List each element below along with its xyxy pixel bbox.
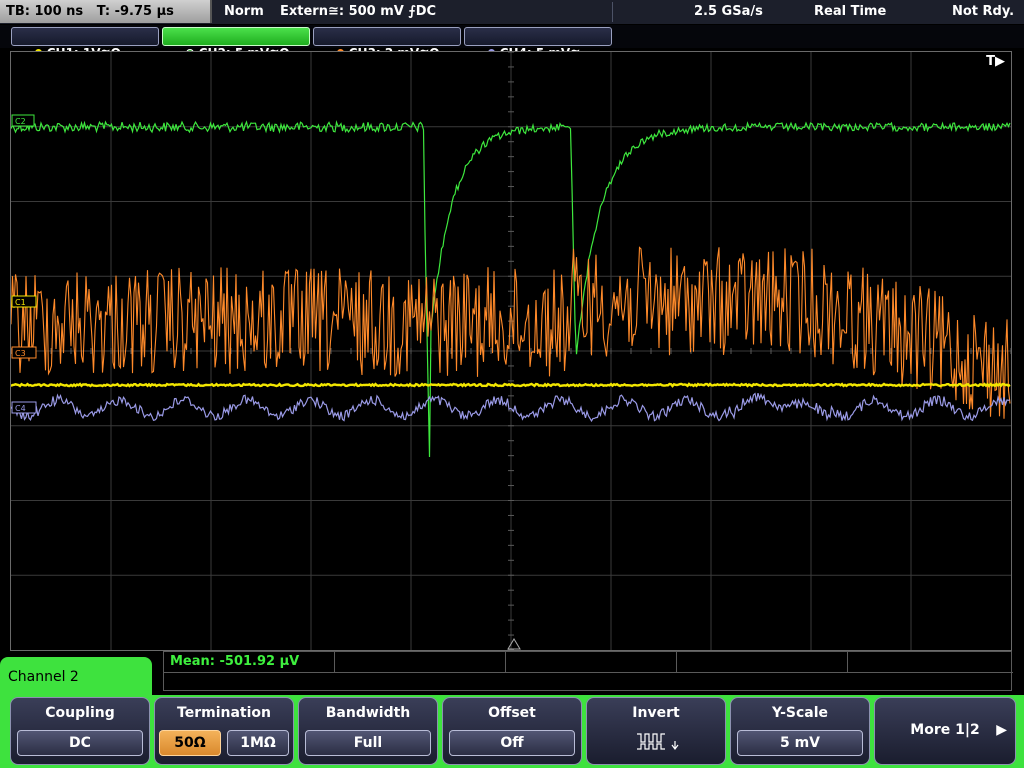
ch1-marker-label: C1 xyxy=(15,298,26,307)
timebase-readout[interactable]: TB: 100 ns T: -9.75 µs xyxy=(0,0,212,23)
bandwidth-label: Bandwidth xyxy=(325,705,411,721)
info-divider xyxy=(676,652,677,672)
invert-waveform-icon xyxy=(637,733,679,750)
termination-label: Termination xyxy=(177,705,271,721)
bandwidth-softkey[interactable]: Bandwidth Full xyxy=(298,697,438,765)
more-label: More 1|2 xyxy=(910,722,980,738)
channel-tab-ch3[interactable]: CH3: 2 mV≅Ω xyxy=(313,27,461,60)
ch1-waveform xyxy=(11,382,1011,388)
bandwidth-value[interactable]: Full xyxy=(305,730,431,756)
acquisition-mode[interactable]: Real Time xyxy=(814,0,886,24)
status-bar: TB: 100 ns T: -9.75 µs Norm Extern≅: 500… xyxy=(0,0,1024,24)
sample-rate[interactable]: 2.5 GSa/s xyxy=(694,0,763,24)
ch2-marker-label: C2 xyxy=(15,117,26,126)
coupling-label: Coupling xyxy=(45,705,115,721)
trigger-position-marker xyxy=(507,638,521,650)
offset-softkey[interactable]: Offset Off xyxy=(442,697,582,765)
termination-50ohm-option[interactable]: 50Ω xyxy=(159,730,221,756)
info-divider-h xyxy=(164,672,1013,673)
info-divider xyxy=(334,652,335,672)
invert-softkey[interactable]: Invert xyxy=(586,697,726,765)
invert-label: Invert xyxy=(632,705,680,721)
termination-1mohm-option[interactable]: 1MΩ xyxy=(227,730,289,756)
channel-markers: C2 C1 C3 C4 xyxy=(11,114,37,414)
channel-tab-ch2[interactable]: CH2: 5 mV≅Ω xyxy=(162,27,310,60)
trigger-mode[interactable]: Norm xyxy=(224,0,264,24)
waveform-graticule[interactable]: C2 C1 C3 C4 T▶ xyxy=(10,51,1012,651)
channel-tab-ch1[interactable]: CH1: 1V≅Ω xyxy=(11,27,159,60)
y-scale-value[interactable]: 5 mV xyxy=(737,730,863,756)
offset-label: Offset xyxy=(488,705,536,721)
termination-softkey[interactable]: Termination 50Ω 1MΩ xyxy=(154,697,294,765)
more-arrow-icon: ▶ xyxy=(996,722,1007,738)
trigger-flag: T▶ xyxy=(986,54,1005,69)
more-softkey[interactable]: More 1|2 ▶ xyxy=(874,697,1016,765)
mean-measurement[interactable]: Mean: -501.92 µV xyxy=(170,654,299,669)
channel-bar: CH1: 1V≅Ω CH2: 5 mV≅Ω CH3: 2 mV≅Ω CH4: 5… xyxy=(0,25,1024,60)
info-divider xyxy=(847,652,848,672)
coupling-softkey[interactable]: Coupling DC xyxy=(10,697,150,765)
channel-tab-ch4[interactable]: CH4: 5 mV≅ xyxy=(464,27,612,60)
ch4-marker-label: C4 xyxy=(15,404,26,413)
trigger-source[interactable]: Extern≅: 500 mV ⨍DC xyxy=(280,0,436,24)
coupling-value[interactable]: DC xyxy=(17,730,143,756)
measurement-area: Mean: -501.92 µV xyxy=(163,651,1013,691)
ch3-marker-label: C3 xyxy=(15,349,26,358)
menu-title: Channel 2 xyxy=(0,657,152,699)
trigger-status: Not Rdy. xyxy=(952,4,1015,19)
y-scale-softkey[interactable]: Y-Scale 5 mV xyxy=(730,697,870,765)
y-scale-label: Y-Scale xyxy=(771,705,828,721)
waveform-display: C2 C1 C3 C4 xyxy=(11,52,1011,650)
offset-value[interactable]: Off xyxy=(449,730,575,756)
status-divider xyxy=(612,2,613,22)
info-divider xyxy=(505,652,506,672)
